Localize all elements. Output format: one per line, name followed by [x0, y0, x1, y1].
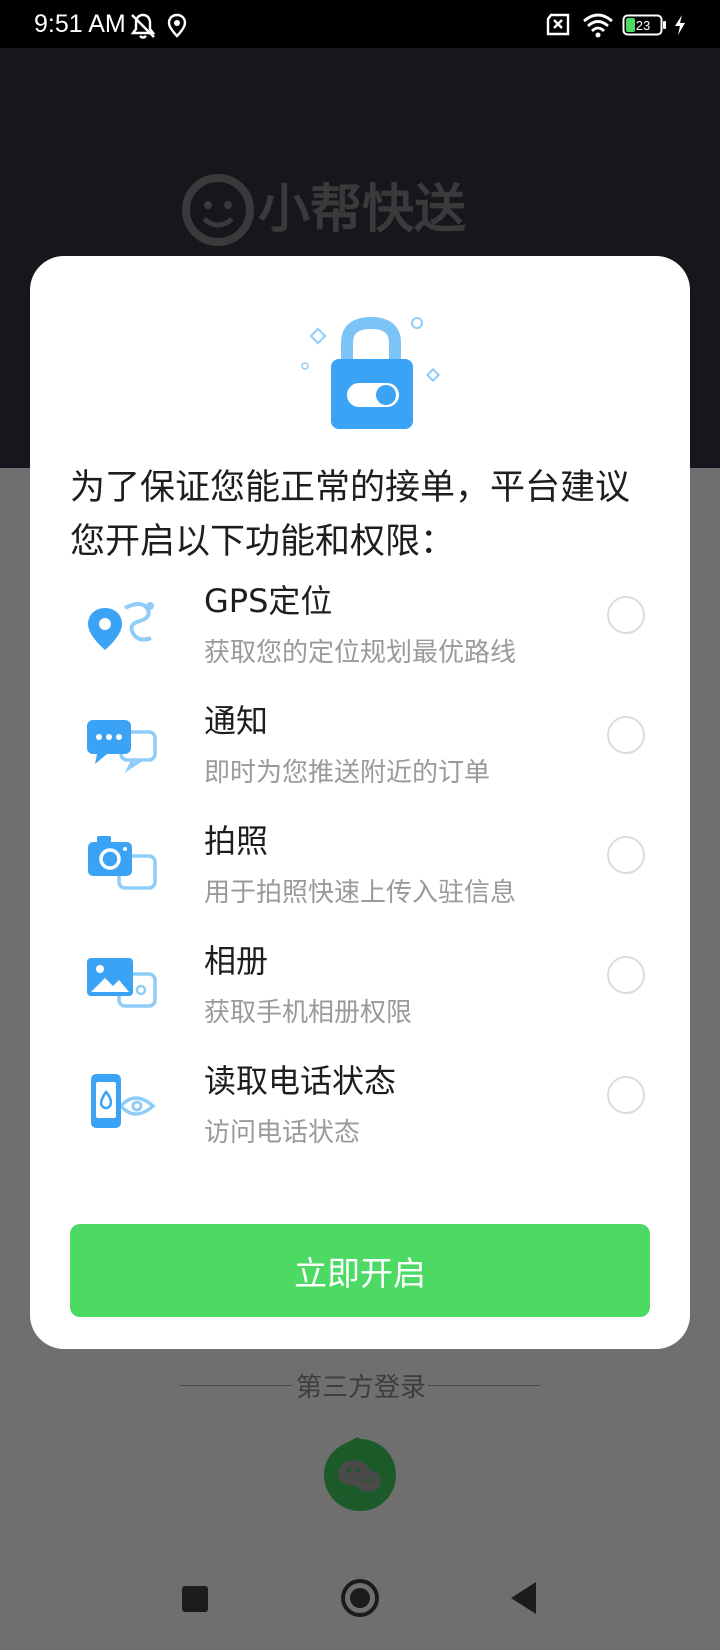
status-time: 9:51 AM [34, 10, 126, 38]
permission-item-gps[interactable]: GPS定位 获取您的定位规划最优路线 [30, 572, 690, 692]
phone-state-icon [85, 1070, 165, 1140]
permission-radio-notification[interactable] [607, 716, 645, 754]
permission-item-phone-state[interactable]: 读取电话状态 访问电话状态 [30, 1052, 690, 1172]
third-party-label: 第三方登录 [296, 1373, 427, 1403]
open-now-button[interactable]: 立即开启 [70, 1224, 650, 1317]
wechat-icon [324, 1437, 396, 1511]
mute-icon [128, 12, 158, 44]
permission-radio-phone-state[interactable] [607, 1076, 645, 1114]
permission-desc: 访问电话状态 [204, 1118, 361, 1148]
no-sim-icon [544, 12, 572, 42]
permission-name: GPS定位 [204, 582, 333, 620]
permission-item-album[interactable]: 相册 获取手机相册权限 [30, 932, 690, 1052]
permission-name: 通知 [204, 702, 269, 740]
notification-chat-icon [85, 710, 165, 780]
permission-radio-camera[interactable] [607, 836, 645, 874]
dialog-title: 为了保证您能正常的接单，平台建议您开启以下功能和权限： [70, 468, 631, 562]
divider-left [180, 1385, 292, 1386]
battery-icon: 23 [622, 14, 668, 40]
permission-name: 拍照 [204, 822, 269, 860]
permission-desc: 用于拍照快速上传入驻信息 [204, 878, 517, 908]
third-party-login: 第三方登录 [180, 1365, 540, 1405]
svg-text:23: 23 [636, 18, 650, 33]
permission-item-camera[interactable]: 拍照 用于拍照快速上传入驻信息 [30, 812, 690, 932]
wechat-login-button[interactable] [320, 1435, 400, 1515]
wifi-icon [582, 12, 614, 42]
permission-desc: 获取您的定位规划最优路线 [204, 638, 517, 668]
permission-item-notification[interactable]: 通知 即时为您推送附近的订单 [30, 692, 690, 812]
lock-icon [275, 291, 465, 431]
album-icon [85, 950, 165, 1020]
status-bar: 9:51 AM 23 [0, 0, 720, 48]
home-button[interactable] [340, 1578, 380, 1622]
permission-desc: 获取手机相册权限 [204, 998, 413, 1028]
permission-radio-album[interactable] [607, 956, 645, 994]
camera-icon [85, 830, 165, 900]
location-icon [85, 590, 165, 660]
permission-name: 相册 [204, 942, 269, 980]
brand-logo: 小帮快送 [180, 165, 540, 255]
permission-desc: 即时为您推送附近的订单 [204, 758, 491, 788]
location-icon [166, 12, 188, 44]
permission-dialog: 为了保证您能正常的接单，平台建议您开启以下功能和权限： GPS定位 获取您的定位… [30, 256, 690, 1349]
svg-text:小帮快送: 小帮快送 [258, 180, 466, 240]
permission-name: 读取电话状态 [204, 1062, 397, 1100]
recent-apps-button[interactable] [180, 1584, 210, 1618]
divider-right [428, 1385, 540, 1386]
permission-radio-gps[interactable] [607, 596, 645, 634]
charging-icon [672, 14, 688, 40]
back-button[interactable] [508, 1580, 540, 1620]
navigation-bar [0, 1556, 720, 1650]
